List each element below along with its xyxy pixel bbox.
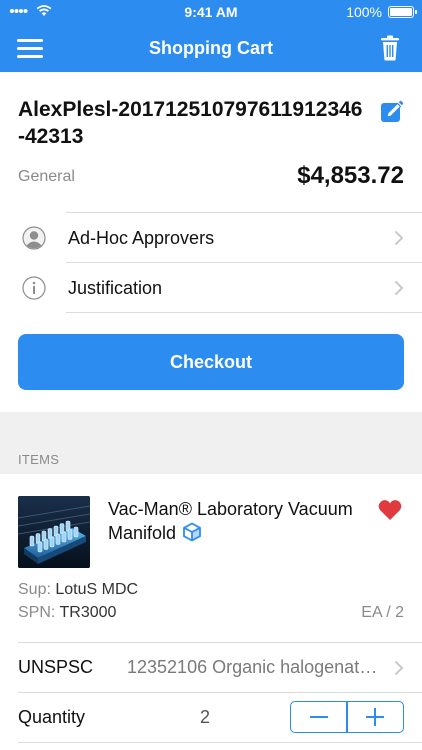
divider bbox=[66, 312, 422, 313]
vacuum-manifold-image bbox=[18, 496, 90, 568]
row-label: Justification bbox=[68, 278, 163, 298]
edit-pencil-icon[interactable] bbox=[380, 100, 404, 124]
chevron-right-icon bbox=[394, 230, 404, 246]
justification-row[interactable]: Justification bbox=[0, 263, 422, 313]
checkout-button[interactable]: Checkout bbox=[18, 334, 404, 390]
section-title: ITEMS bbox=[18, 452, 60, 467]
battery-fill bbox=[390, 8, 412, 16]
product-thumbnail[interactable] bbox=[18, 496, 90, 568]
items-section-header bbox=[0, 412, 422, 474]
battery-percent: 100% bbox=[346, 4, 382, 20]
quantity-stepper bbox=[290, 701, 404, 733]
nav-bar: Shopping Cart bbox=[0, 24, 422, 72]
unspsc-value: 12352106 Organic halogenated compounds bbox=[127, 657, 382, 677]
chevron-right-icon bbox=[394, 660, 404, 676]
spn-label: SPN: bbox=[18, 604, 56, 621]
chevron-right-icon bbox=[394, 280, 404, 296]
status-bar: 9:41 AM 100% bbox=[0, 0, 422, 24]
plus-icon bbox=[366, 708, 385, 726]
trash-icon[interactable] bbox=[380, 35, 400, 61]
ad-hoc-approvers-row[interactable]: Ad-Hoc Approvers bbox=[0, 213, 422, 263]
supplier-value: LotuS MDC bbox=[55, 581, 139, 598]
person-icon bbox=[22, 226, 46, 250]
heart-icon[interactable] bbox=[378, 499, 402, 521]
divider bbox=[18, 692, 422, 693]
unspsc-label: UNSPSC bbox=[18, 657, 94, 677]
unit-of-measure: EA / 2 bbox=[361, 604, 404, 621]
increment-button[interactable] bbox=[348, 702, 403, 732]
row-label: Ad-Hoc Approvers bbox=[68, 228, 215, 248]
spn-value: TR3000 bbox=[59, 604, 117, 621]
spn-info: SPN: TR3000 bbox=[18, 604, 116, 622]
divider bbox=[18, 742, 422, 743]
supplier-label: Sup: bbox=[18, 581, 51, 598]
product-name-text: Vac-Man® Laboratory Vacuum Manifold bbox=[108, 499, 353, 543]
minus-icon bbox=[309, 716, 328, 718]
battery-status: 100% bbox=[346, 4, 417, 20]
quantity-value: 2 bbox=[199, 707, 210, 727]
cart-category: General bbox=[18, 168, 75, 185]
cube-icon bbox=[183, 522, 201, 542]
page-title: Shopping Cart bbox=[149, 38, 273, 58]
product-name[interactable]: Vac-Man® Laboratory Vacuum Manifold bbox=[108, 497, 358, 545]
cart-total: $4,853.72 bbox=[297, 162, 404, 189]
info-icon bbox=[22, 276, 46, 300]
supplier-info: Sup: LotuS MDC bbox=[18, 581, 138, 599]
cart-name: AlexPlesl-201712510797611912346-42313 bbox=[18, 98, 363, 148]
battery-icon bbox=[388, 6, 417, 18]
quantity-label: Quantity bbox=[18, 707, 86, 727]
decrement-button[interactable] bbox=[291, 702, 346, 732]
divider bbox=[18, 642, 422, 643]
app-header: 9:41 AM 100% Shopping Cart bbox=[0, 0, 422, 72]
